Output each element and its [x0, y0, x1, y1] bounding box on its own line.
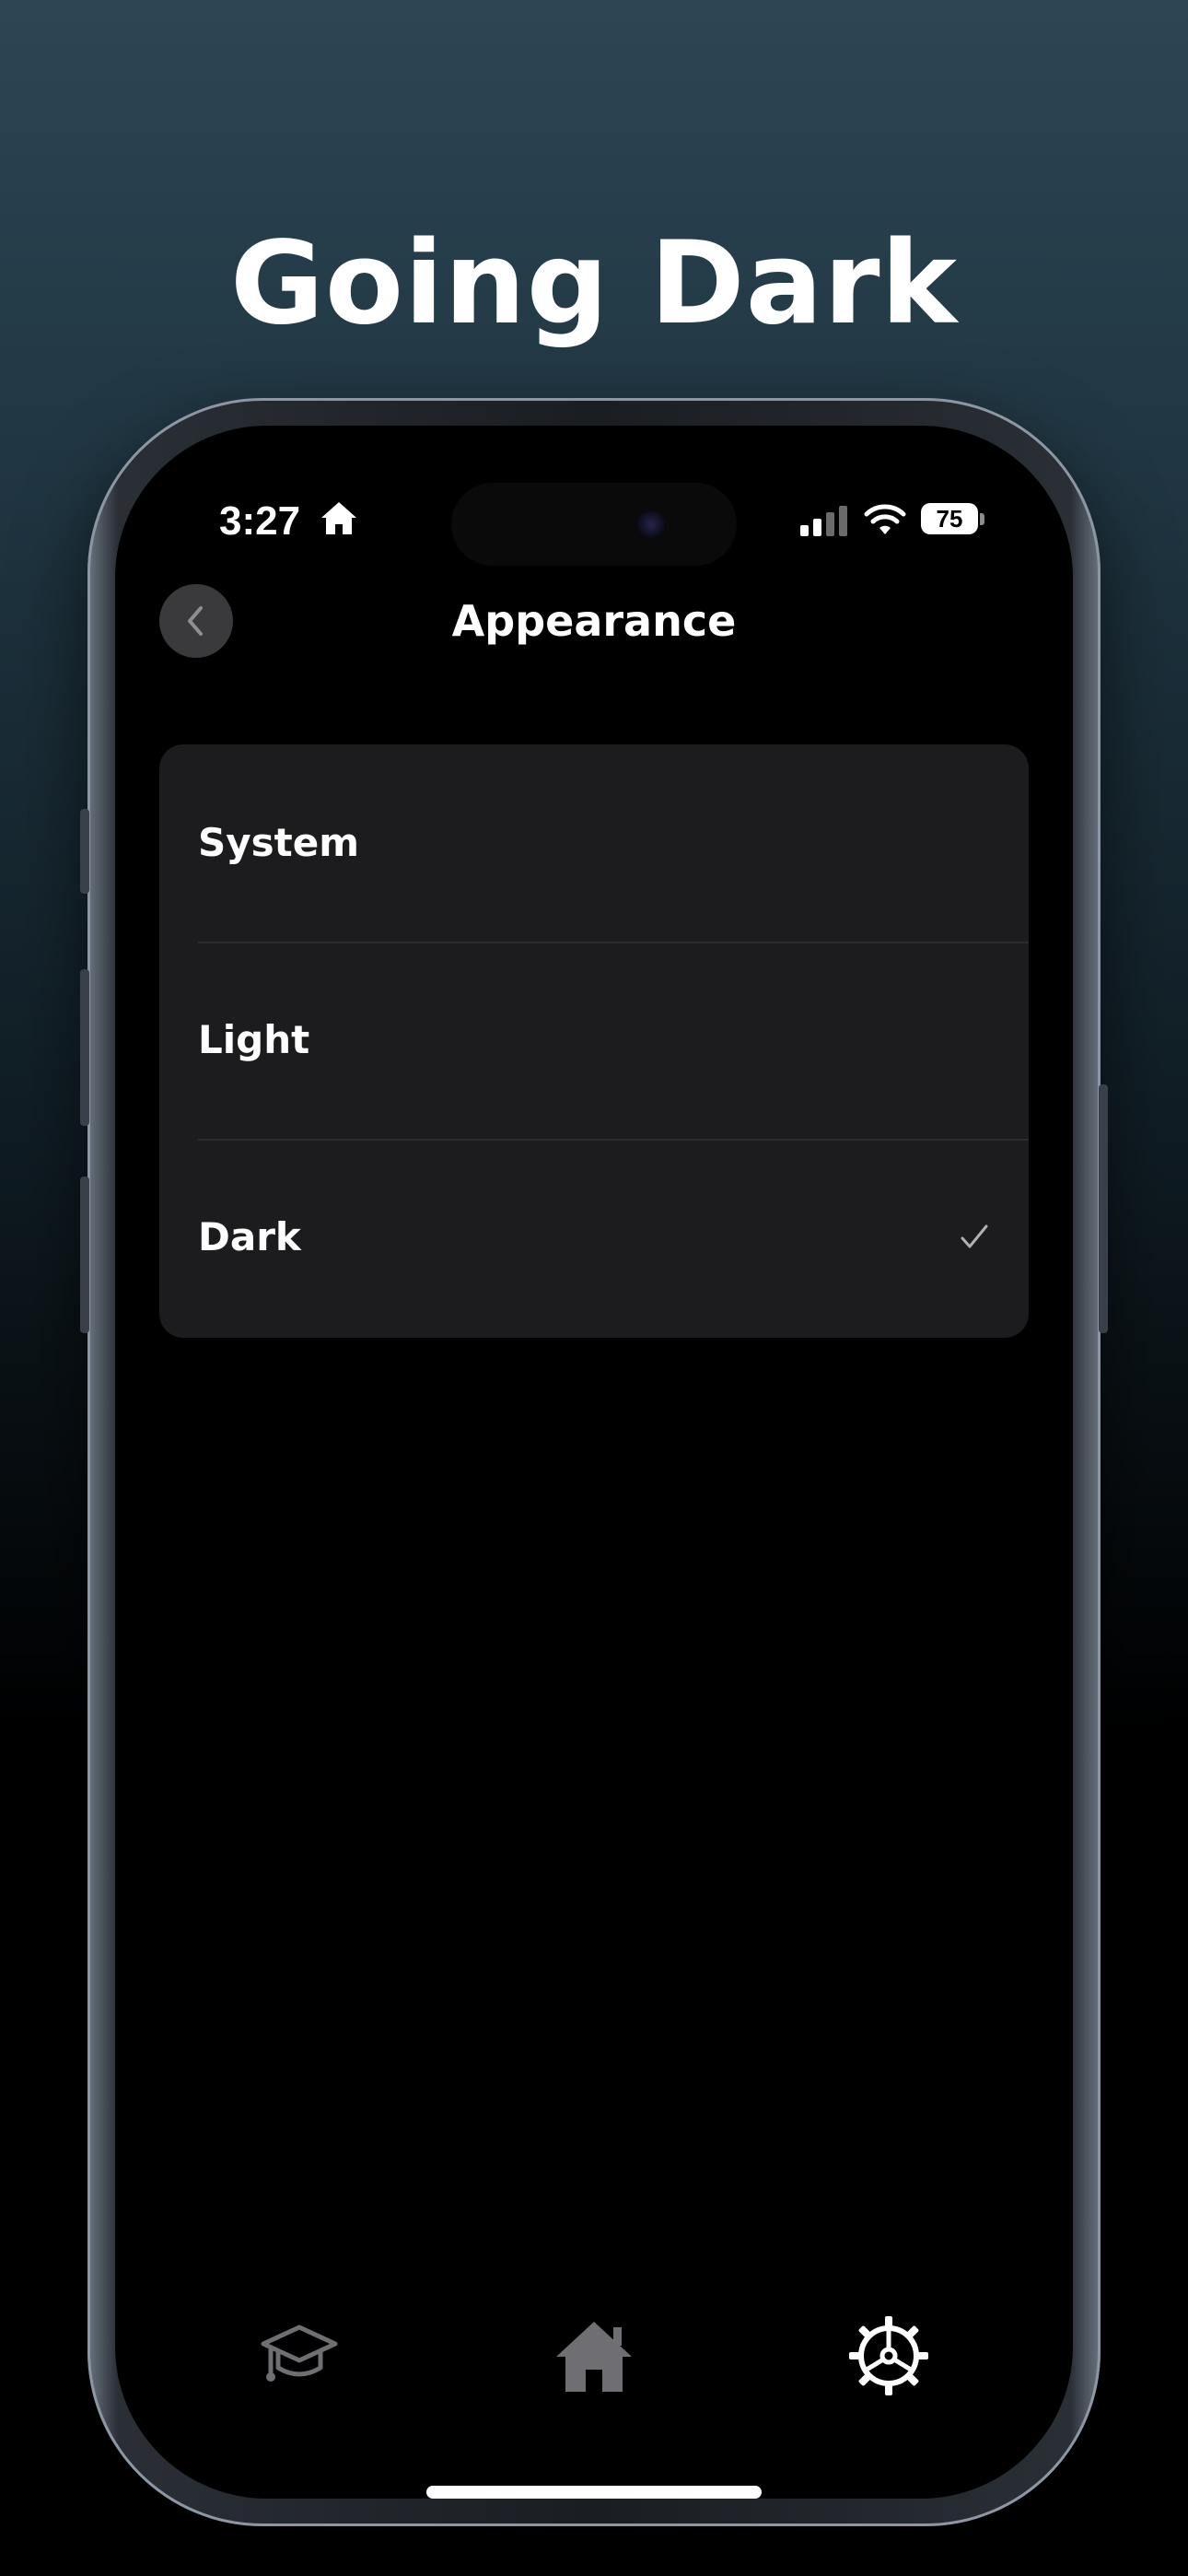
volume-down-button [80, 1177, 89, 1333]
battery-level: 75 [921, 503, 978, 534]
checkmark-icon [961, 1224, 988, 1248]
gear-icon[interactable] [847, 2314, 930, 2397]
option-system[interactable]: System [159, 744, 1029, 942]
phone-screen: 3:27 75 Appearance System Light Dark [115, 426, 1073, 2499]
page-title: Appearance [451, 596, 737, 646]
status-time: 3:27 [219, 498, 301, 544]
appearance-options-list: System Light Dark [159, 744, 1029, 1338]
dynamic-island [451, 483, 737, 566]
phone-frame: 3:27 75 Appearance System Light Dark [80, 398, 1108, 2526]
volume-up-button [80, 969, 89, 1126]
option-label: System [198, 820, 359, 865]
home-indicator[interactable] [426, 2486, 762, 2499]
option-label: Dark [198, 1214, 301, 1259]
power-button [1099, 1084, 1108, 1333]
wifi-icon [864, 504, 906, 534]
option-label: Light [198, 1017, 310, 1062]
option-light[interactable]: Light [159, 942, 1029, 1139]
battery-icon [980, 513, 984, 525]
front-camera [637, 510, 665, 538]
headline: Going Dark [230, 217, 958, 350]
home-icon [321, 502, 356, 534]
graduation-cap-icon[interactable] [258, 2314, 341, 2397]
signal-icon [800, 506, 847, 536]
option-dark[interactable]: Dark [159, 1139, 1029, 1336]
house-icon[interactable] [553, 2314, 635, 2397]
action-button [80, 809, 89, 894]
